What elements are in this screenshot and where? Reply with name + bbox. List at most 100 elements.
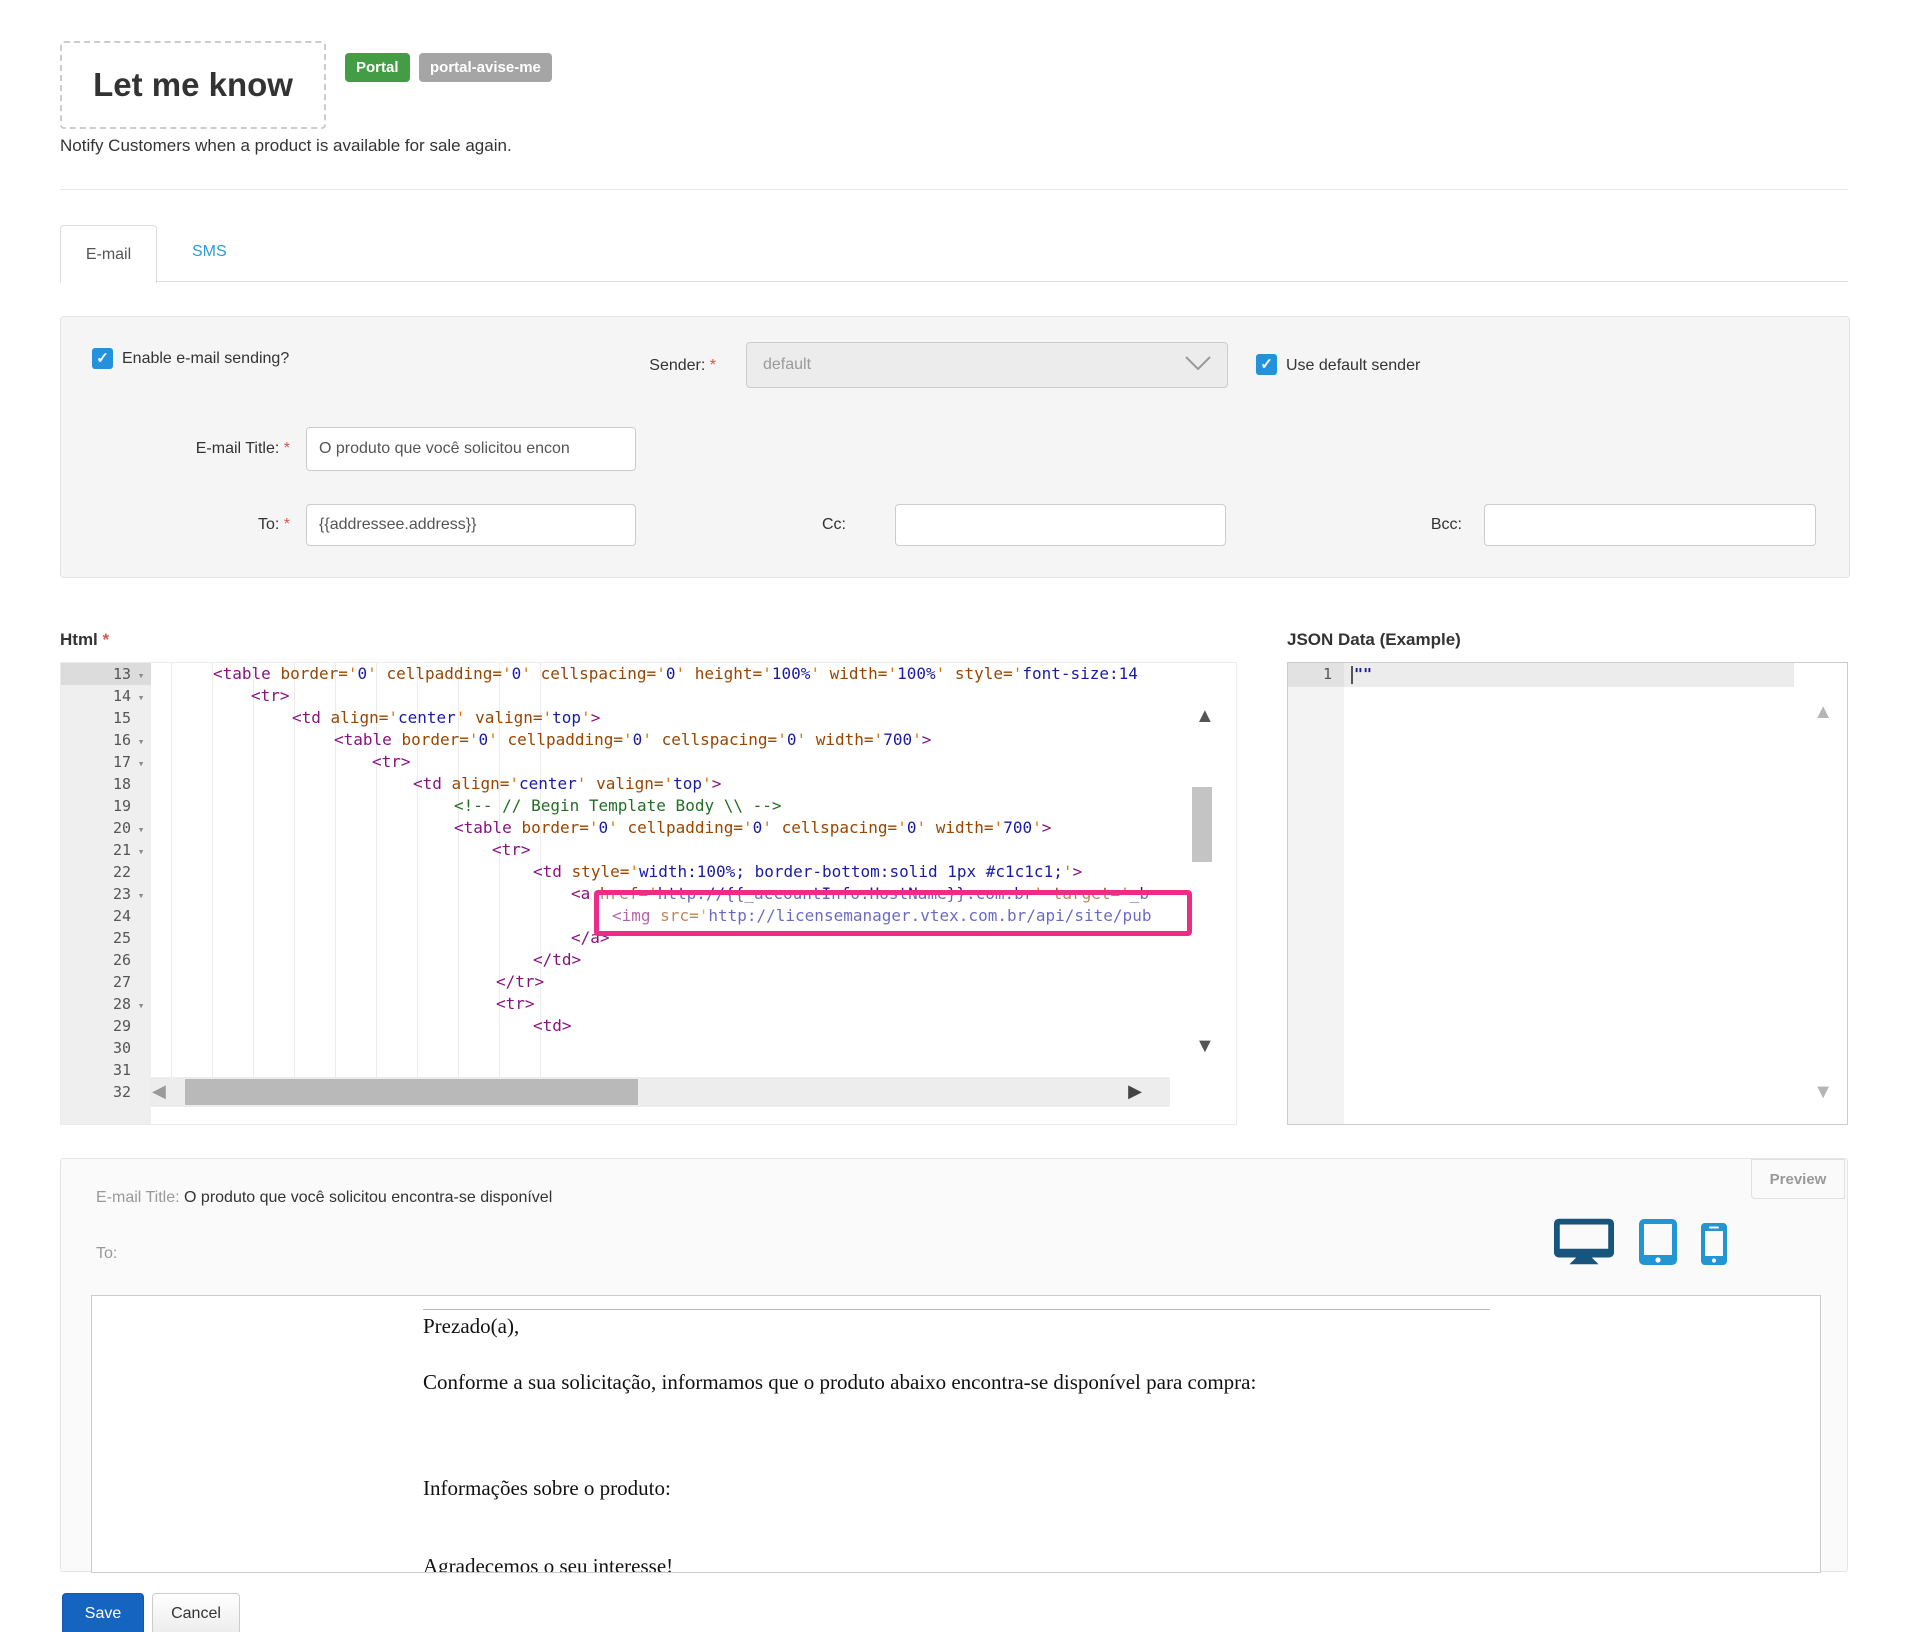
tabs-underline [60,281,1848,282]
code-line-20: <table border='0' cellpadding='0' cellsp… [454,817,1051,839]
horizontal-scrollbar[interactable]: ◀ ▶ [150,1077,1170,1107]
enable-email-checkbox[interactable]: ✓ [92,348,113,369]
email-thanks: Agradecemos o seu interesse! [423,1554,673,1573]
scroll-down-icon[interactable]: ▼ [1813,1081,1833,1104]
use-default-sender-label: Use default sender [1286,357,1420,375]
gutter-line-22: 22 [61,861,151,883]
gutter-line-17[interactable]: 17▾ [61,751,151,773]
scroll-down-icon[interactable]: ▼ [1195,1035,1215,1058]
gutter-line-25: 25 [61,927,151,949]
tablet-icon[interactable] [1639,1219,1677,1270]
horizontal-scrollbar-thumb[interactable] [185,1079,638,1105]
preview-email-title-label: E-mail Title: [96,1189,180,1206]
cc-field[interactable] [895,504,1226,546]
header-divider [60,189,1848,190]
tab-sms[interactable]: SMS [192,243,227,261]
bcc-label: Bcc: [1400,516,1462,534]
gutter-line-27: 27 [61,971,151,993]
gutter-line-13[interactable]: 13▾ [61,663,151,685]
text-cursor [1351,666,1353,684]
json-active-line [1344,663,1794,687]
required-mark: * [710,357,716,374]
code-line-16: <table border='0' cellpadding='0' cellsp… [334,729,931,751]
gutter-line-29: 29 [61,1015,151,1037]
gutter-line-23[interactable]: 23▾ [61,883,151,905]
code-line-18: <td align='center' valign='top'> [413,773,721,795]
html-code-editor[interactable]: 13▾14▾1516▾17▾181920▾21▾2223▾2425262728▾… [60,662,1237,1125]
page-title: Let me know [93,66,293,104]
sender-label: Sender: * [560,357,716,375]
gutter-line-18: 18 [61,773,151,795]
enable-email-label: Enable e-mail sending? [122,350,289,368]
scroll-left-icon[interactable]: ◀ [152,1081,166,1102]
sender-selected-value: default [763,356,811,374]
check-icon: ✓ [1260,356,1273,373]
html-editor-gutter: 13▾14▾1516▾17▾181920▾21▾2223▾2425262728▾… [61,663,151,1124]
use-default-sender-checkbox[interactable]: ✓ [1256,354,1277,375]
json-line-number: 1 [1288,665,1332,683]
to-label: To: * [190,516,290,534]
gutter-line-14[interactable]: 14▾ [61,685,151,707]
json-editor-gutter [1288,663,1344,1124]
cancel-button[interactable]: Cancel [152,1593,240,1632]
gutter-line-16[interactable]: 16▾ [61,729,151,751]
code-line-27: </tr> [496,971,544,993]
sender-select[interactable]: default [746,342,1228,388]
page: Let me know Portal portal-avise-me Notif… [0,0,1924,1632]
gutter-line-24: 24 [61,905,151,927]
scroll-up-icon[interactable]: ▲ [1813,701,1833,724]
code-line-17: <tr> [372,751,411,773]
gutter-line-31: 31 [61,1059,151,1081]
required-mark: * [284,516,290,533]
gutter-line-21[interactable]: 21▾ [61,839,151,861]
gutter-line-15: 15 [61,707,151,729]
tab-email[interactable]: E-mail [60,225,157,283]
cc-label: Cc: [800,516,846,534]
badge-app-name: portal-avise-me [419,53,552,82]
gutter-line-30: 30 [61,1037,151,1059]
code-line-29: <td> [533,1015,572,1037]
code-line-19: <!-- // Begin Template Body \\ --> [454,795,782,817]
email-product-info: Informações sobre o produto: [423,1476,671,1501]
email-title-field[interactable] [306,427,636,471]
highlight-annotation-box [594,890,1192,936]
phone-icon[interactable] [1701,1223,1727,1270]
json-editor[interactable]: 1 "" ▲ ▼ [1287,662,1848,1125]
html-editor-code: <table border='0' cellpadding='0' cellsp… [151,663,1236,1124]
required-mark: * [284,440,290,457]
json-section-label: JSON Data (Example) [1287,630,1461,650]
device-toggle-group [1553,1217,1727,1270]
to-field[interactable] [306,504,636,546]
email-preview-body: Prezado(a), Conforme a sua solicitação, … [91,1295,1821,1573]
code-line-22: <td style='width:100%; border-bottom:sol… [533,861,1082,883]
check-icon: ✓ [96,350,109,367]
email-greeting: Prezado(a), [423,1314,519,1339]
email-title-label: E-mail Title: * [120,440,290,458]
scroll-up-icon[interactable]: ▲ [1195,705,1215,728]
gutter-line-26: 26 [61,949,151,971]
html-section-label: Html * [60,630,109,650]
bcc-field[interactable] [1484,504,1816,546]
code-line-21: <tr> [492,839,531,861]
vertical-scrollbar-thumb[interactable] [1192,787,1212,862]
code-line-15: <td align='center' valign='top'> [292,707,600,729]
preview-button[interactable]: Preview [1751,1159,1845,1199]
code-line-13: <table border='0' cellpadding='0' cellsp… [213,663,1138,685]
json-content: "" [1354,665,1372,683]
preview-email-title-value: O produto que você solicitou encontra-se… [184,1189,552,1206]
gutter-line-20[interactable]: 20▾ [61,817,151,839]
preview-to-label: To: [96,1245,117,1263]
title-box: Let me know [60,41,326,129]
gutter-line-19: 19 [61,795,151,817]
code-line-28: <tr> [496,993,535,1015]
code-line-14: <tr> [251,685,290,707]
preview-panel: Preview E-mail Title: O produto que você… [60,1158,1848,1572]
gutter-line-28[interactable]: 28▾ [61,993,151,1015]
desktop-icon[interactable] [1553,1217,1615,1270]
page-subtitle: Notify Customers when a product is avail… [60,136,512,156]
scroll-right-icon[interactable]: ▶ [1128,1081,1142,1102]
chevron-down-icon [1185,356,1211,375]
badge-portal: Portal [345,53,410,82]
save-button[interactable]: Save [62,1593,144,1632]
email-header-divider [423,1309,1490,1310]
